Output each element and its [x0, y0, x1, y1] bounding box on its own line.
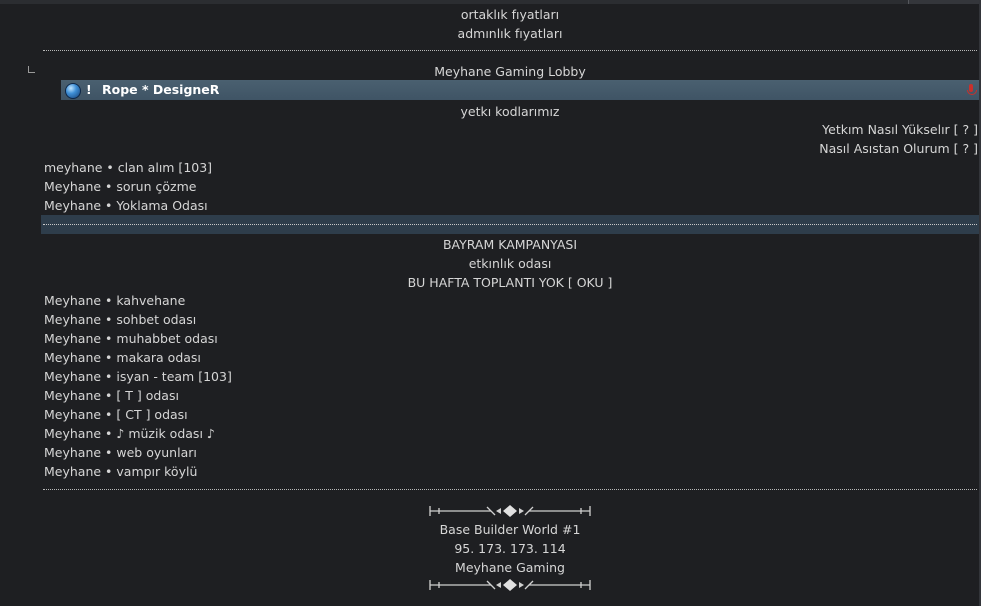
- spacer-dotted-3: [43, 489, 977, 490]
- channel-yoklama-odasi[interactable]: Meyhane • Yoklama Odası: [44, 196, 208, 215]
- channel-nasil-asistan-olurum[interactable]: Nasıl Asıstan Olurum [ ? ]: [819, 139, 978, 158]
- spacer-highlighted[interactable]: [41, 215, 979, 234]
- muted-mic-icon: [966, 84, 977, 96]
- ornament-divider-bottom: [429, 579, 591, 591]
- channel-vampir-koylu[interactable]: Meyhane • vampır köylü: [44, 462, 197, 481]
- channel-sorun-cozme[interactable]: Meyhane • sorun çözme: [44, 177, 196, 196]
- channel-lobby[interactable]: Meyhane Gaming Lobby: [41, 62, 979, 81]
- channel-muzik-odasi[interactable]: Meyhane • ♪ müzik odası ♪: [44, 424, 215, 443]
- user-name: Rope * DesigneR: [102, 82, 220, 97]
- channel-isyan-team[interactable]: Meyhane • isyan - team [103]: [44, 367, 232, 386]
- channel-ct-odasi[interactable]: Meyhane • [ CT ] odası: [44, 405, 188, 424]
- globe-icon: [65, 83, 81, 99]
- channel-yetkim-nasil-yukselir[interactable]: Yetkım Nasıl Yükselır [ ? ]: [822, 120, 978, 139]
- channel-web-oyunlari[interactable]: Meyhane • web oyunları: [44, 443, 197, 462]
- channel-bayram-kampanyasi[interactable]: BAYRAM KAMPANYASI: [41, 235, 979, 254]
- channel-muhabbet-odasi[interactable]: Meyhane • muhabbet odası: [44, 329, 218, 348]
- channel-tree: ortaklık fıyatları admınlık fıyatları Me…: [41, 4, 979, 606]
- channel-clan-alim[interactable]: meyhane • clan alım [103]: [44, 158, 212, 177]
- user-row-selected[interactable]: ! Rope * DesigneR: [61, 80, 979, 100]
- spacer-dotted-1: [43, 50, 977, 51]
- channel-etkinlik-odasi[interactable]: etkınlık odası: [41, 254, 979, 273]
- collapse-corner-icon[interactable]: [28, 66, 35, 73]
- user-status-mark: !: [86, 82, 92, 97]
- channel-kahvehane[interactable]: Meyhane • kahvehane: [44, 291, 185, 310]
- channel-toplanti[interactable]: BU HAFTA TOPLANTI YOK [ OKU ]: [41, 273, 979, 292]
- channel-sohbet-odasi[interactable]: Meyhane • sohbet odası: [44, 310, 196, 329]
- channel-makara-odasi[interactable]: Meyhane • makara odası: [44, 348, 201, 367]
- channel-meyhane-gaming[interactable]: Meyhane Gaming: [41, 558, 979, 577]
- channel-t-odasi[interactable]: Meyhane • [ T ] odası: [44, 386, 179, 405]
- channel-base-builder[interactable]: Base Builder World #1: [41, 520, 979, 539]
- server-ip[interactable]: 95. 173. 173. 114: [41, 539, 979, 558]
- spacer-dotted-2: [43, 224, 977, 225]
- channel-yetki-kodlari[interactable]: yetkı kodlarımız: [41, 102, 979, 121]
- ornament-divider-top: [429, 505, 591, 517]
- left-gutter: [0, 4, 40, 606]
- channel-ortaklik[interactable]: ortaklık fıyatları: [41, 5, 979, 24]
- channel-adminlik[interactable]: admınlık fıyatları: [41, 24, 979, 43]
